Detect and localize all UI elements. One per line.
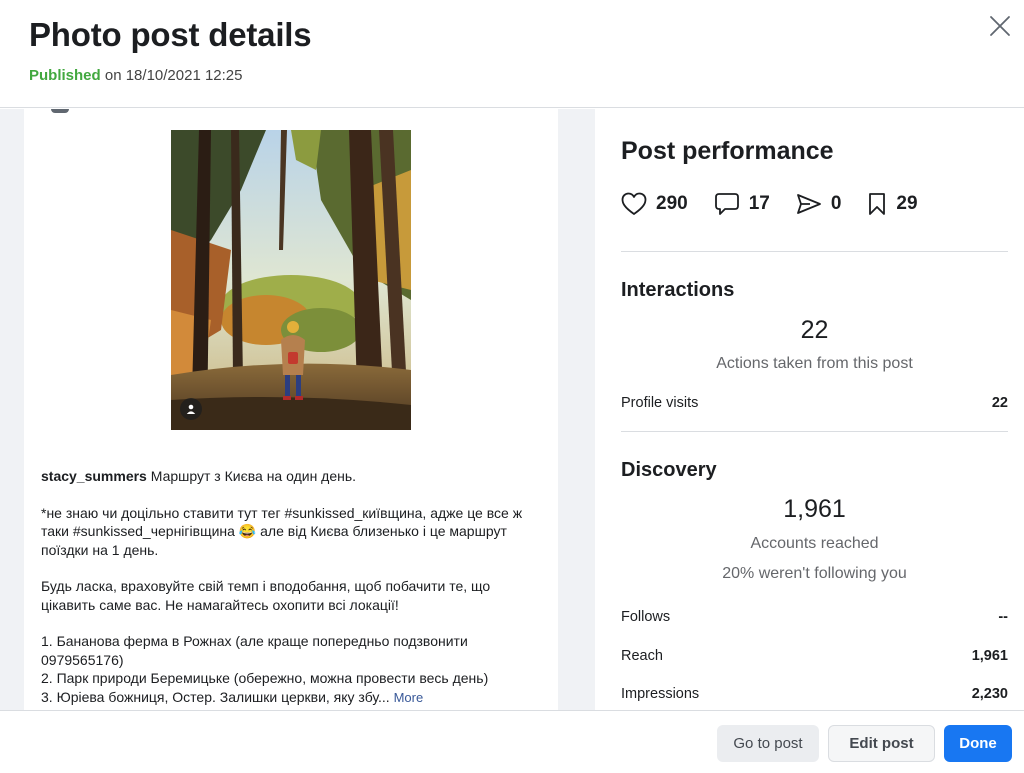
discovery-subtitle: Accounts reached bbox=[750, 535, 879, 552]
edit-post-button[interactable]: Edit post bbox=[828, 725, 935, 762]
close-button[interactable] bbox=[988, 14, 1012, 38]
metric-row-reach: Reach 1,961 bbox=[621, 648, 1008, 664]
likes-count: 290 bbox=[656, 193, 688, 214]
saves-stat: 29 bbox=[867, 192, 918, 216]
modal-footer: Go to post Edit post Done bbox=[0, 710, 1024, 773]
post-card: stacy_summers Маршрут з Києва на один де… bbox=[24, 109, 558, 710]
caption-list-item-truncated: 3. Юріева божниця, Остер. Залишки церкви… bbox=[41, 688, 424, 705]
metric-value: 1,961 bbox=[971, 648, 1008, 664]
discovery-title: Discovery bbox=[621, 459, 717, 481]
metric-label: Profile visits bbox=[621, 395, 699, 411]
post-avatar bbox=[51, 109, 69, 113]
interactions-subtitle: Actions taken from this post bbox=[716, 355, 913, 372]
status-published: Published bbox=[29, 67, 101, 84]
publish-info: Published on 18/10/2021 12:25 bbox=[29, 67, 243, 84]
engagement-stats: 290 17 0 29 bbox=[621, 192, 944, 216]
divider bbox=[621, 251, 1008, 252]
metric-value: 22 bbox=[991, 395, 1008, 411]
caption-intro: stacy_summers Маршрут з Києва на один де… bbox=[41, 468, 357, 484]
metric-value: -- bbox=[998, 609, 1008, 625]
comment-icon bbox=[714, 193, 739, 215]
post-details-modal: Photo post details Published on 18/10/20… bbox=[0, 0, 1024, 773]
shares-count: 0 bbox=[830, 193, 842, 214]
tagged-user-icon[interactable] bbox=[180, 398, 202, 420]
interactions-title: Interactions bbox=[621, 279, 735, 301]
comments-count: 17 bbox=[748, 193, 770, 214]
metric-row-profile-visits: Profile visits 22 bbox=[621, 395, 1008, 411]
metric-label: Impressions bbox=[621, 686, 700, 702]
post-photo bbox=[171, 130, 411, 430]
insights-pane[interactable]: Post performance 290 17 0 29 Interaction… bbox=[595, 109, 1024, 710]
comments-stat: 17 bbox=[714, 192, 770, 216]
performance-title: Post performance bbox=[621, 137, 834, 165]
post-caption: stacy_summers Маршрут з Києва на один де… bbox=[41, 467, 547, 707]
caption-username[interactable]: stacy_summers bbox=[41, 468, 147, 484]
metric-row-follows: Follows -- bbox=[621, 609, 1008, 625]
likes-stat: 290 bbox=[621, 192, 688, 216]
saves-count: 29 bbox=[896, 193, 918, 214]
divider bbox=[621, 431, 1008, 432]
shares-stat: 0 bbox=[796, 192, 842, 216]
go-to-post-button[interactable]: Go to post bbox=[717, 725, 819, 762]
bookmark-icon bbox=[869, 193, 886, 215]
post-preview-pane[interactable]: stacy_summers Маршрут з Києва на один де… bbox=[0, 109, 595, 710]
caption-paragraph: *не знаю чи доцільно ставити тут тег #su… bbox=[41, 504, 523, 558]
caption-paragraph: Будь ласка, враховуйте свій темп і вподо… bbox=[41, 578, 491, 613]
caption-list-item: 2. Парк природи Беремицьке (обережно, мо… bbox=[41, 670, 489, 686]
interactions-total: 22 bbox=[800, 316, 829, 344]
modal-header: Photo post details Published on 18/10/20… bbox=[0, 0, 1024, 108]
modal-title: Photo post details bbox=[29, 16, 312, 53]
metric-label: Reach bbox=[621, 648, 663, 664]
publish-date: on 18/10/2021 12:25 bbox=[104, 67, 243, 84]
metric-label: Follows bbox=[621, 609, 671, 625]
send-icon bbox=[796, 194, 821, 214]
close-icon bbox=[990, 16, 1010, 36]
metric-value: 2,230 bbox=[971, 686, 1008, 702]
done-button[interactable]: Done bbox=[944, 725, 1012, 762]
caption-list-item: 1. Бананова ферма в Рожнах (але краще по… bbox=[41, 633, 468, 668]
not-following-text: 20% weren't following you bbox=[722, 565, 907, 582]
discovery-total: 1,961 bbox=[783, 495, 846, 523]
heart-icon bbox=[621, 192, 647, 215]
metric-row-impressions: Impressions 2,230 bbox=[621, 686, 1008, 702]
more-link[interactable]: More bbox=[394, 690, 424, 705]
